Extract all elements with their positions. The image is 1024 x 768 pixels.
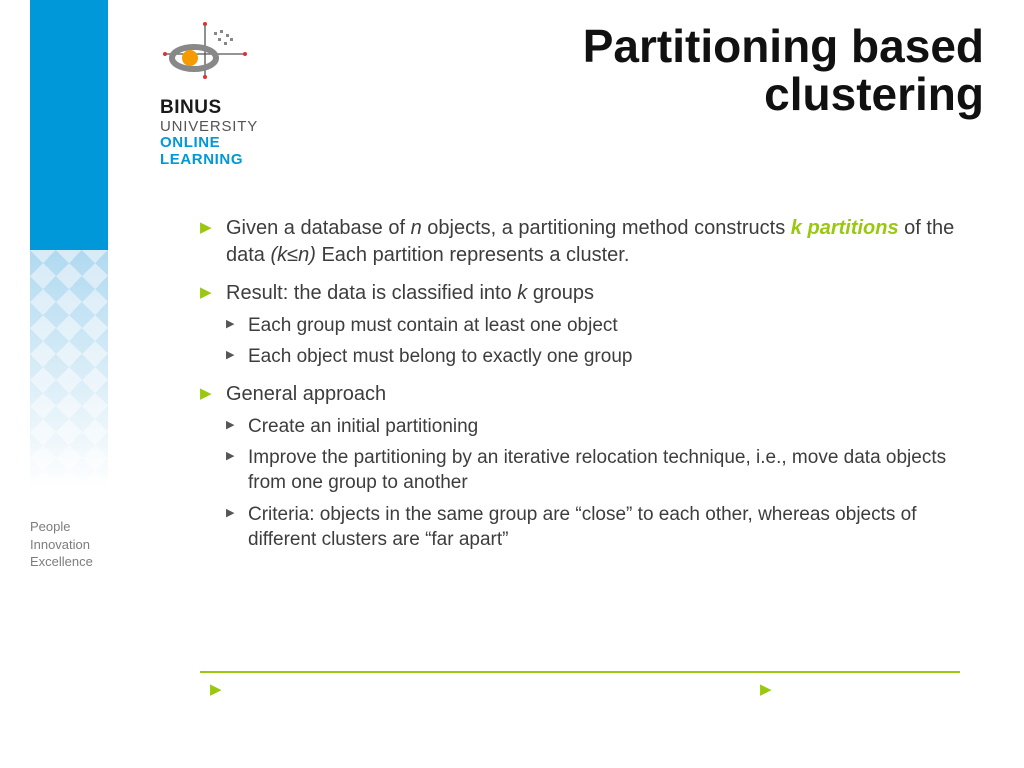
sidebar-graphic [30, 0, 108, 500]
bullet-2-sub1: Each group must contain at least one obj… [226, 313, 960, 338]
logo-line2: UNIVERSITY [160, 119, 330, 136]
logo-icon [160, 22, 250, 92]
footer-divider [200, 671, 960, 673]
logo-line3: ONLINE [160, 135, 330, 152]
tagline-line1: People [30, 518, 93, 536]
tagline: People Innovation Excellence [30, 518, 93, 571]
nav-next-icon[interactable]: ▶ [760, 680, 772, 698]
nav-prev-icon[interactable]: ▶ [210, 680, 222, 698]
title-line2: clustering [583, 70, 984, 118]
bullet-2: Result: the data is classified into k gr… [200, 280, 960, 369]
title-line1: Partitioning based [583, 22, 984, 70]
sidebar-solid-band [30, 0, 108, 250]
logo-text: BINUS UNIVERSITY ONLINE LEARNING [160, 98, 330, 168]
bullet-2-sub2: Each object must belong to exactly one g… [226, 344, 960, 369]
tagline-line2: Innovation [30, 536, 93, 554]
k-partitions-emph: k partitions [791, 217, 899, 239]
logo-line1: BINUS [160, 98, 330, 119]
bullet-3: General approach Create an initial parti… [200, 381, 960, 552]
page-title: Partitioning based clustering [583, 22, 984, 119]
slide-content: Given a database of n objects, a partiti… [200, 215, 960, 564]
bullet-1: Given a database of n objects, a partiti… [200, 215, 960, 268]
bullet-3-sub1: Create an initial partitioning [226, 414, 960, 439]
bullet-3-sub3: Criteria: objects in the same group are … [226, 502, 960, 553]
logo-line4: LEARNING [160, 152, 330, 169]
logo: BINUS UNIVERSITY ONLINE LEARNING [160, 22, 330, 168]
sidebar-pattern-band [30, 250, 108, 500]
tagline-line3: Excellence [30, 553, 93, 571]
bullet-3-sub2: Improve the partitioning by an iterative… [226, 445, 960, 496]
